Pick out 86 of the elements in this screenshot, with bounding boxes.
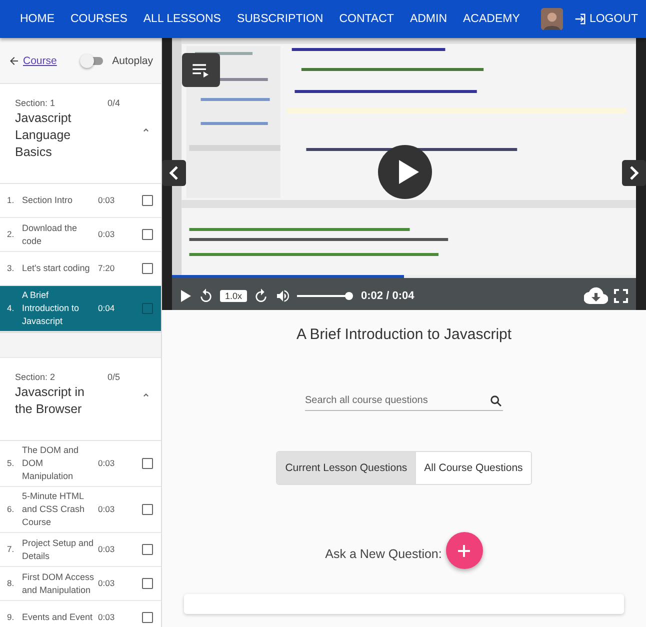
- playlist-button[interactable]: [182, 53, 220, 87]
- lesson-number: 8.: [7, 577, 16, 590]
- fast-forward-icon[interactable]: [253, 288, 270, 304]
- nav-link[interactable]: ADMIN: [402, 13, 455, 25]
- lesson-duration: 0:03: [98, 228, 116, 241]
- speed-button[interactable]: 1.0x: [220, 290, 248, 302]
- lesson-checkbox[interactable]: [142, 195, 153, 206]
- lesson-title: First DOM Access and Manipulation: [22, 570, 94, 596]
- lesson-duration: 0:03: [98, 457, 116, 470]
- plus-icon: [457, 544, 472, 558]
- section-label: Section: 2: [15, 372, 56, 382]
- add-question-button[interactable]: [446, 532, 483, 569]
- lesson-checkbox[interactable]: [142, 263, 153, 274]
- lesson-duration: 0:03: [98, 577, 116, 590]
- lesson-checkbox[interactable]: [142, 612, 153, 623]
- logout-button[interactable]: LOGOUT: [573, 12, 638, 26]
- lesson-title: Project Setup and Details: [22, 536, 94, 562]
- lesson-title: Section Intro: [22, 194, 74, 207]
- nav-link[interactable]: ALL LESSONS: [135, 13, 229, 25]
- lesson-row[interactable]: 9. Events and Event 0:03: [0, 601, 161, 627]
- nav-link[interactable]: HOME: [12, 13, 62, 25]
- lesson-number: 9.: [7, 611, 16, 624]
- chevron-right-icon: [629, 166, 639, 180]
- lesson-heading: A Brief Introduction to Javascript: [296, 326, 512, 343]
- rewind-icon[interactable]: [198, 288, 214, 304]
- chevron-left-icon: [169, 166, 179, 180]
- question-tab[interactable]: Current Lesson Questions: [277, 452, 416, 484]
- lesson-number: 6.: [7, 503, 16, 516]
- logout-icon: [573, 12, 588, 26]
- lesson-checkbox[interactable]: [142, 544, 153, 555]
- lesson-duration: 0:04: [98, 302, 116, 315]
- section-header[interactable]: Section: 2 0/5 Javascript in the Browser: [0, 358, 161, 441]
- lesson-row[interactable]: 4. A Brief Introduction to Javascript 0:04: [0, 286, 161, 332]
- back-link[interactable]: Course: [23, 54, 57, 66]
- nav-link[interactable]: CONTACT: [331, 13, 402, 25]
- section-label: Section: 1: [15, 98, 56, 108]
- lesson-row[interactable]: 6. 5-Minute HTML and CSS Crash Course 0:03: [0, 487, 161, 533]
- lesson-number: 4.: [7, 302, 16, 315]
- search-icon[interactable]: [489, 394, 503, 408]
- lesson-number: 2.: [7, 228, 16, 241]
- lesson-checkbox[interactable]: [142, 303, 153, 314]
- ask-question-label: Ask a New Question:: [325, 546, 442, 560]
- lesson-row[interactable]: 1. Section Intro 0:03: [0, 184, 161, 218]
- lesson-title: 5-Minute HTML and CSS Crash Course: [22, 490, 86, 529]
- nav-link[interactable]: ACADEMY: [455, 13, 528, 25]
- time-display: 0:02 / 0:04: [361, 290, 414, 302]
- lesson-checkbox[interactable]: [142, 229, 153, 240]
- question-tab[interactable]: All Course Questions: [415, 452, 531, 484]
- completed-lessons-count: 0/4: [107, 98, 120, 108]
- back-arrow-icon[interactable]: [8, 54, 20, 66]
- lesson-title: Download the code: [22, 222, 78, 248]
- section-header[interactable]: Section: 1 0/4 Javascript Language Basics: [0, 84, 161, 184]
- lesson-number: 7.: [7, 543, 16, 556]
- lesson-duration: 0:03: [98, 611, 116, 624]
- lesson-title: Events and Event: [22, 611, 94, 624]
- volume-icon[interactable]: [275, 288, 292, 304]
- lesson-number: 5.: [7, 457, 16, 470]
- lesson-duration: 0:03: [98, 194, 116, 207]
- previous-button[interactable]: [162, 160, 186, 186]
- nav-link[interactable]: SUBSCRIPTION: [228, 13, 332, 25]
- play-icon[interactable]: [180, 289, 192, 303]
- lesson-checkbox[interactable]: [142, 504, 153, 515]
- search-field[interactable]: Search all course questions: [305, 393, 503, 411]
- lesson-checkbox[interactable]: [142, 458, 153, 469]
- next-button[interactable]: [622, 160, 646, 186]
- lesson-duration: 0:03: [98, 543, 116, 556]
- lesson-title: A Brief Introduction to Javascript: [22, 289, 80, 328]
- lesson-title: The DOM and DOM Manipulation: [22, 444, 80, 483]
- nav-link[interactable]: COURSES: [62, 13, 136, 25]
- autoplay-label: Autoplay: [112, 54, 153, 66]
- playlist-icon: [191, 61, 211, 79]
- completed-lessons-count: 0/5: [107, 372, 120, 382]
- lesson-checkbox[interactable]: [142, 578, 153, 589]
- lesson-title: Let's start coding: [22, 262, 91, 275]
- lesson-number: 3.: [7, 262, 16, 275]
- section-title: Javascript Language Basics: [15, 110, 72, 161]
- section-title: Javascript in the Browser: [15, 384, 86, 418]
- lesson-duration: 0:03: [98, 503, 116, 516]
- fullscreen-icon[interactable]: [614, 289, 628, 303]
- lesson-duration: 7:20: [98, 262, 116, 275]
- avatar-icon[interactable]: [541, 8, 564, 30]
- lesson-row[interactable]: 5. The DOM and DOM Manipulation 0:03: [0, 441, 161, 487]
- lesson-number: 1.: [7, 194, 16, 207]
- video-progress-bar[interactable]: [172, 275, 636, 278]
- autoplay-toggle[interactable]: [83, 56, 104, 64]
- download-icon[interactable]: [584, 287, 608, 305]
